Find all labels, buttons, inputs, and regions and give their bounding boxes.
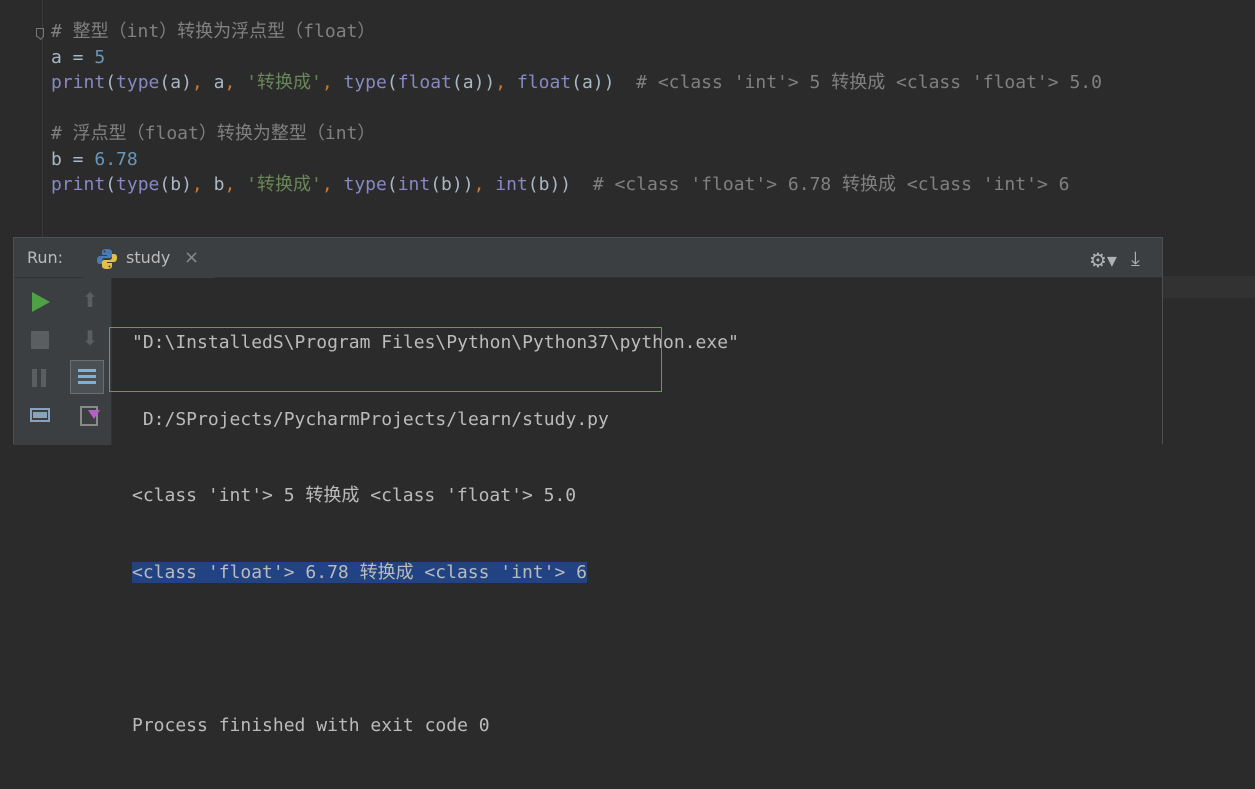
- code-token: type: [116, 72, 160, 93]
- code-token: type: [343, 174, 387, 195]
- python-icon: [97, 249, 117, 269]
- console-line-exit: Process finished with exit code 0: [132, 714, 490, 736]
- gear-icon[interactable]: ⚙▾: [1089, 248, 1117, 272]
- stop-icon[interactable]: [26, 326, 54, 354]
- up-arrow-icon[interactable]: ⬆: [76, 286, 104, 314]
- code-token: ,: [191, 72, 214, 93]
- code-lines[interactable]: # 整型（int）转换为浮点型（float） a = 5 print(type(a)…: [51, 19, 1102, 198]
- code-editor[interactable]: # 整型（int）转换为浮点型（float） a = 5 print(type(a)…: [0, 0, 1255, 240]
- code-token: '转换成': [246, 72, 322, 93]
- code-token: # <class 'int'> 5 转换成 <class 'float'> 5.…: [636, 72, 1102, 93]
- code-line[interactable]: print(type(a), a, '转换成', type(float(a)),…: [51, 70, 1102, 96]
- code-token: ,: [321, 174, 344, 195]
- code-token: ,: [321, 72, 344, 93]
- code-token: a: [213, 72, 225, 93]
- code-token: (: [386, 174, 398, 195]
- code-token: b =: [51, 148, 95, 170]
- code-token: ,: [473, 174, 496, 195]
- hide-panel-icon[interactable]: ⤓: [1131, 246, 1140, 270]
- run-panel: Run: study × ⚙▾ ⤓ ⬆ ⬇ "D:\InstalledS\Pro…: [13, 237, 1163, 736]
- soft-wrap-icon[interactable]: [70, 360, 104, 394]
- run-header: Run: study × ⚙▾ ⤓: [14, 238, 1162, 278]
- code-token: (: [105, 174, 117, 195]
- scroll-to-end-icon[interactable]: [76, 402, 104, 430]
- close-icon[interactable]: ×: [184, 247, 199, 268]
- output-highlight-box: [109, 327, 662, 392]
- code-token: 5: [94, 46, 106, 68]
- code-token: type: [343, 72, 387, 93]
- code-token: # <class 'float'> 6.78 转换成 <class 'int'>…: [592, 174, 1070, 195]
- code-token: (: [105, 72, 117, 93]
- code-token: (b)): [430, 174, 474, 195]
- code-token: ,: [495, 72, 517, 93]
- code-token: ,: [191, 174, 214, 195]
- code-line[interactable]: [51, 96, 1102, 122]
- code-line[interactable]: # 浮点型（float）转换为整型（int）: [51, 121, 1102, 147]
- code-token: (a): [159, 72, 192, 93]
- tab-study[interactable]: study ×: [84, 238, 214, 278]
- code-line[interactable]: a = 5: [51, 45, 1102, 71]
- code-token: a =: [51, 46, 95, 68]
- code-line[interactable]: print(type(b), b, '转换成', type(int(b)), i…: [51, 172, 1102, 198]
- code-token: (b): [159, 174, 192, 195]
- down-arrow-icon[interactable]: ⬇: [76, 324, 104, 352]
- code-token: (a)): [571, 72, 637, 93]
- editor-current-line: [1163, 276, 1255, 298]
- code-line[interactable]: b = 6.78: [51, 147, 1102, 173]
- code-token: b: [213, 174, 225, 195]
- run-toolbar: ⬆ ⬇: [14, 278, 112, 445]
- code-token: int: [495, 174, 528, 195]
- run-label: Run:: [27, 248, 64, 267]
- code-token: float: [516, 72, 572, 93]
- console-line-output-2: <class 'float'> 6.78 转换成 <class 'int'> 6: [132, 561, 587, 583]
- fold-icon[interactable]: [36, 28, 44, 37]
- code-token: (b)): [527, 174, 593, 195]
- code-token: type: [116, 174, 160, 195]
- pause-icon[interactable]: [26, 364, 54, 392]
- code-token: # 整型（int）转换为浮点型（float）: [51, 21, 376, 42]
- code-token: # 浮点型（float）转换为整型（int）: [51, 123, 376, 144]
- code-token: (a)): [451, 72, 496, 93]
- console-line-script: D:/SProjects/PycharmProjects/learn/study…: [132, 408, 609, 430]
- restore-layout-icon[interactable]: [26, 402, 54, 430]
- code-token: (: [386, 72, 398, 93]
- tab-study-label: study: [126, 248, 171, 267]
- code-token: float: [397, 72, 452, 93]
- code-token: ,: [224, 174, 247, 195]
- code-line[interactable]: # 整型（int）转换为浮点型（float）: [51, 19, 1102, 45]
- code-token: print: [51, 174, 106, 195]
- code-token: print: [51, 72, 106, 93]
- code-token: int: [397, 174, 431, 195]
- code-token: '转换成': [246, 174, 322, 195]
- rerun-icon[interactable]: [26, 288, 54, 316]
- code-token: 6.78: [94, 148, 138, 170]
- console-line-output-1: <class 'int'> 5 转换成 <class 'float'> 5.0: [132, 485, 577, 506]
- code-token: ,: [224, 72, 247, 93]
